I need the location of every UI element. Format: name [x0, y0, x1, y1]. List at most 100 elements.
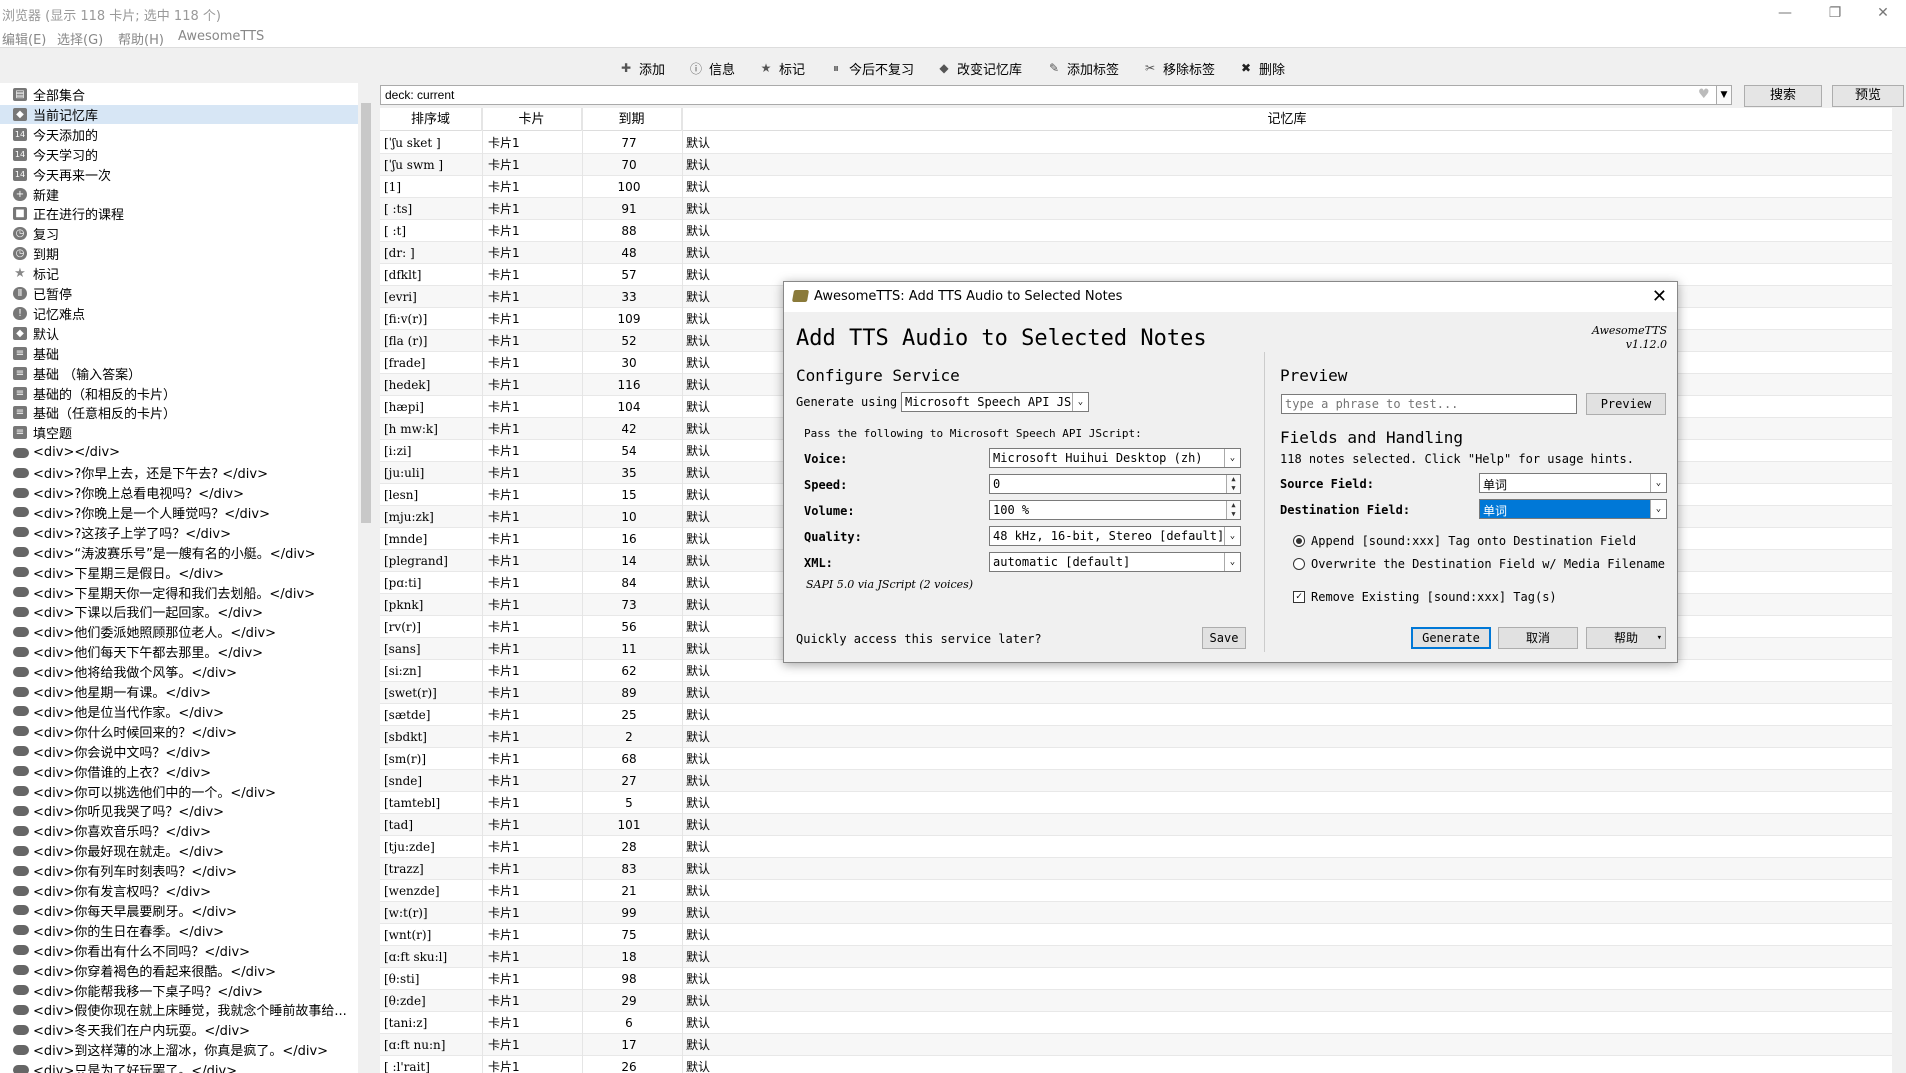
sidebar-item[interactable]: <div>你穿着褐色的看起来很酷。</div>: [0, 961, 358, 980]
minimize-icon[interactable]: —: [1762, 2, 1808, 24]
add-tags-button[interactable]: ✎ 添加标签: [1046, 58, 1119, 78]
sidebar-item[interactable]: <div>你借谁的上衣？</div>: [0, 762, 358, 781]
sidebar-item[interactable]: <div>你喜欢音乐吗？</div>: [0, 821, 358, 840]
preview-input[interactable]: [1281, 394, 1577, 414]
append-radio[interactable]: [1293, 535, 1305, 547]
table-row[interactable]: [ :ts] 卡片1 91 默认: [380, 198, 1892, 220]
change-deck-button[interactable]: ◆ 改变记忆库: [936, 58, 1022, 78]
table-row[interactable]: [trazz] 卡片1 83 默认: [380, 858, 1892, 880]
sidebar-item[interactable]: 14 今天添加的: [0, 125, 358, 144]
table-row[interactable]: [ :l'rait] 卡片1 26 默认: [380, 1056, 1892, 1073]
table-row[interactable]: [wenzde] 卡片1 21 默认: [380, 880, 1892, 902]
sidebar-item[interactable]: <div>下课以后我们一起回家。</div>: [0, 602, 358, 621]
sidebar-item[interactable]: ▤ 全部集合: [0, 85, 358, 104]
sidebar-item[interactable]: <div>你听见我哭了吗？</div>: [0, 801, 358, 820]
table-row[interactable]: [tamtebl] 卡片1 5 默认: [380, 792, 1892, 814]
sidebar-item[interactable]: <div>他将给我做个风筝。</div>: [0, 662, 358, 681]
mark-button[interactable]: ★ 标记: [758, 58, 805, 78]
sidebar-item[interactable]: <div>冬天我们在户内玩耍。</div>: [0, 1020, 358, 1039]
column-card[interactable]: 卡片: [482, 108, 582, 131]
table-row[interactable]: [wnt(r)] 卡片1 75 默认: [380, 924, 1892, 946]
service-select[interactable]: Microsoft Speech API JScript ⌄: [901, 392, 1089, 412]
sidebar-item[interactable]: ≡ 填空题: [0, 423, 358, 442]
sidebar-item[interactable]: <div>他们委派她照顾那位老人。</div>: [0, 622, 358, 641]
menu-edit[interactable]: 编辑(E): [2, 29, 46, 48]
sidebar-item[interactable]: <div>下星期天你一定得和我们去划船。</div>: [0, 583, 358, 602]
table-row[interactable]: [swet(r)] 卡片1 89 默认: [380, 682, 1892, 704]
heart-icon[interactable]: ♥: [1698, 87, 1710, 102]
table-row[interactable]: [sbdkt] 卡片1 2 默认: [380, 726, 1892, 748]
sidebar-item[interactable]: ◷ 复习: [0, 224, 358, 243]
voice-select[interactable]: Microsoft Huihui Desktop (zh) ⌄: [989, 448, 1241, 468]
sidebar-item[interactable]: <div>你什么时候回来的？</div>: [0, 722, 358, 741]
table-row[interactable]: [tju:zde] 卡片1 28 默认: [380, 836, 1892, 858]
sidebar-item[interactable]: <div>你能帮我移一下桌子吗？</div>: [0, 981, 358, 1000]
delete-button[interactable]: ✖ 删除: [1238, 58, 1285, 78]
table-row[interactable]: [si:zn] 卡片1 62 默认: [380, 660, 1892, 682]
column-due[interactable]: 到期: [582, 108, 682, 131]
sidebar-scrollbar-thumb[interactable]: [361, 103, 371, 523]
menu-awesometts[interactable]: AwesomeTTS: [178, 29, 264, 44]
sidebar-item[interactable]: + 新建: [0, 185, 358, 204]
menu-select[interactable]: 选择(G): [57, 29, 103, 48]
sidebar-item[interactable]: <div>假使你现在就上床睡觉，我就念个睡前故事给...: [0, 1000, 358, 1019]
sidebar-item[interactable]: ◆ 默认: [0, 324, 358, 343]
spinner-arrows-icon[interactable]: ▲ ▼: [1226, 501, 1240, 519]
generate-button[interactable]: Generate: [1411, 627, 1491, 649]
sidebar-item[interactable]: <div>他是位当代作家。</div>: [0, 702, 358, 721]
sidebar-item[interactable]: <div></div>: [0, 443, 358, 462]
remove-tags-button[interactable]: ✂ 移除标签: [1142, 58, 1215, 78]
sidebar-item[interactable]: <div>你可以挑选他们中的一个。</div>: [0, 782, 358, 801]
sidebar-item[interactable]: Ⅱ 已暂停: [0, 284, 358, 303]
search-input[interactable]: [380, 85, 1732, 105]
destination-field-select[interactable]: 单词 ⌄: [1479, 499, 1667, 519]
save-button[interactable]: Save: [1202, 627, 1246, 649]
sidebar-item[interactable]: <div>他们每天下午都去那里。</div>: [0, 642, 358, 661]
sidebar-item[interactable]: ≡ 基础的（和相反的卡片）: [0, 384, 358, 403]
table-row[interactable]: [dr: ] 卡片1 48 默认: [380, 242, 1892, 264]
search-dropdown-button[interactable]: ▼: [1716, 85, 1732, 105]
close-icon[interactable]: ✕: [1860, 2, 1906, 24]
quality-select[interactable]: 48 kHz, 16-bit, Stereo [default] ⌄: [989, 526, 1241, 546]
column-sort-field[interactable]: 排序域: [380, 108, 482, 131]
sidebar-item[interactable]: ◷ 到期: [0, 244, 358, 263]
table-row[interactable]: [ɑ:ft sku:l] 卡片1 18 默认: [380, 946, 1892, 968]
dialog-close-icon[interactable]: ✕: [1652, 286, 1667, 307]
xml-select[interactable]: automatic [default] ⌄: [989, 552, 1241, 572]
sidebar-item[interactable]: 14 今天再来一次: [0, 165, 358, 184]
info-button[interactable]: ⓘ 信息: [688, 58, 735, 78]
table-scrollbar[interactable]: [1892, 108, 1906, 1073]
help-button[interactable]: 帮助 ▾: [1586, 627, 1666, 649]
table-row[interactable]: [ˈʃu swm ] 卡片1 70 默认: [380, 154, 1892, 176]
sidebar-item[interactable]: <div>你看出有什么不同吗？</div>: [0, 941, 358, 960]
sidebar-item[interactable]: <div>?你早上去，还是下午去? </div>: [0, 463, 358, 482]
sidebar-item[interactable]: 14 今天学习的: [0, 145, 358, 164]
sidebar-item[interactable]: <div>他星期一有课。</div>: [0, 682, 358, 701]
add-button[interactable]: ✚ 添加: [618, 58, 665, 78]
volume-spinbox[interactable]: 100 % ▲ ▼: [989, 500, 1241, 520]
sidebar-item[interactable]: ≡ 基础: [0, 344, 358, 363]
spinner-arrows-icon[interactable]: ▲ ▼: [1226, 475, 1240, 493]
table-row[interactable]: [ɑ:ft nu:n] 卡片1 17 默认: [380, 1034, 1892, 1056]
sidebar-item[interactable]: ■ 正在进行的课程: [0, 204, 358, 223]
table-row[interactable]: [tani:z] 卡片1 6 默认: [380, 1012, 1892, 1034]
source-field-select[interactable]: 单词 ⌄: [1479, 473, 1667, 493]
table-row[interactable]: [ˈʃu sket ] 卡片1 77 默认: [380, 132, 1892, 154]
cancel-button[interactable]: 取消: [1498, 627, 1578, 649]
remove-existing-checkbox[interactable]: ✓: [1293, 591, 1305, 603]
column-deck[interactable]: 记忆库: [682, 108, 1892, 131]
sidebar-item[interactable]: <div>“涛波赛乐号”是一艘有名的小艇。</div>: [0, 543, 358, 562]
preview-button[interactable]: 预览: [1832, 85, 1904, 107]
table-row[interactable]: [ :t] 卡片1 88 默认: [380, 220, 1892, 242]
suspend-button[interactable]: ⏸ 今后不复习: [828, 58, 914, 78]
menu-help[interactable]: 帮助(H): [118, 29, 164, 48]
sidebar-item[interactable]: <div>下星期三是假日。</div>: [0, 563, 358, 582]
table-row[interactable]: [θ:sti] 卡片1 98 默认: [380, 968, 1892, 990]
table-row[interactable]: [sm(r)] 卡片1 68 默认: [380, 748, 1892, 770]
table-row[interactable]: [θ:zde] 卡片1 29 默认: [380, 990, 1892, 1012]
sidebar-item[interactable]: ◆ 当前记忆库: [0, 104, 358, 124]
sidebar-item[interactable]: <div>你有发言权吗？</div>: [0, 881, 358, 900]
overwrite-radio[interactable]: [1293, 558, 1305, 570]
sidebar-item[interactable]: ≡ 基础（任意相反的卡片）: [0, 403, 358, 422]
table-row[interactable]: [1] 卡片1 100 默认: [380, 176, 1892, 198]
